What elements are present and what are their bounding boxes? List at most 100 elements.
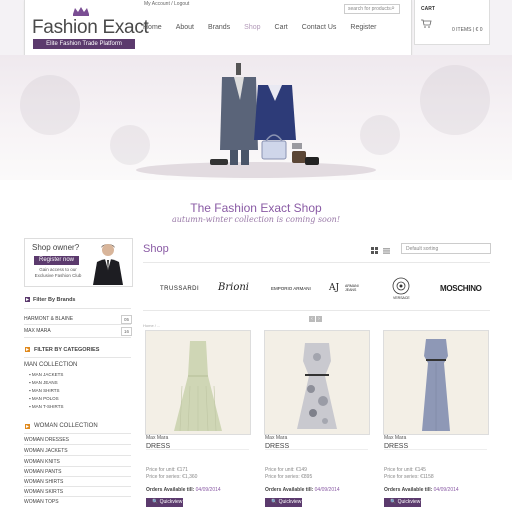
main-nav: Home About Brands Shop Cart Contact Us R… [143, 24, 390, 31]
product-brand[interactable]: Max Mara [384, 435, 406, 441]
divider [24, 337, 131, 338]
fashion-display-image [136, 63, 376, 178]
logo-title[interactable]: Fashion Exact [32, 17, 149, 39]
nav-cart[interactable]: Cart [275, 24, 288, 31]
cart-label: CART [421, 6, 435, 12]
brand-logo-aj[interactable]: AJ [329, 283, 339, 293]
woman-collection-heading[interactable]: WOMAN COLLECTION [34, 423, 98, 429]
brand-filter-max-mara[interactable]: MAX MARA [24, 328, 51, 334]
divider [24, 324, 131, 325]
shop-heading: Shop [143, 243, 169, 255]
cart-icon[interactable] [421, 19, 432, 28]
product-image[interactable] [264, 330, 370, 435]
nav-register[interactable]: Register [350, 24, 376, 31]
brand-logo-trussardi[interactable]: TRUSSARDI [160, 286, 199, 292]
nav-about[interactable]: About [176, 24, 194, 31]
list-view-icon[interactable] [383, 248, 390, 254]
brand-logo-emporio-armani[interactable]: EMPORIO ARMANI [271, 286, 311, 291]
dress-image [384, 331, 488, 434]
category-woman-jackets[interactable]: WOMAN JACKETS [24, 448, 68, 454]
filter-icon [25, 347, 30, 352]
filter-icon [25, 297, 30, 302]
category-woman-dresses[interactable]: WOMAN DRESSES [24, 437, 69, 443]
divider [384, 449, 487, 450]
chevron-left-icon[interactable]: ‹ [309, 316, 315, 322]
logo-tagline: Elite Fashion Trade Platform [33, 39, 135, 49]
category-man-jackets[interactable]: ▪ MAN JACKETS [29, 372, 63, 377]
shop-title: The Fashion Exact Shop [190, 201, 322, 215]
category-woman-knits[interactable]: WOMAN KNITS [24, 459, 60, 465]
filter-icon [25, 424, 30, 429]
product-order-availability: Orders Available till: 04/09/2014 [265, 487, 340, 493]
product-order-availability: Orders Available till: 04/09/2014 [384, 487, 459, 493]
product-unit-price: Price for unit: €149 [265, 467, 307, 473]
man-collection-heading[interactable]: MAN COLLECTION [24, 362, 77, 368]
product-card[interactable]: Max Mara DRESS Price for unit: €149 Pric… [264, 329, 374, 507]
search-icon[interactable]: ⌕ [391, 5, 395, 13]
nav-contact-us[interactable]: Contact Us [302, 24, 337, 31]
versace-medusa-icon[interactable] [392, 277, 410, 295]
divider [24, 486, 131, 487]
crown-icon [73, 7, 89, 16]
product-brand[interactable]: Max Mara [265, 435, 287, 441]
businessman-image [93, 244, 123, 285]
quickview-button[interactable]: 🔍 Quickview [146, 498, 183, 507]
category-woman-skirts[interactable]: WOMAN SKIRTS [24, 489, 63, 495]
product-series-price: Price for series: €895 [265, 474, 313, 480]
divider [24, 433, 131, 434]
account-links[interactable]: My Account / Logout [144, 1, 189, 7]
shop-owner-text: Gain access to our Exclusive Fashion Clu… [34, 267, 82, 278]
divider [24, 455, 131, 456]
product-unit-price: Price for unit: €171 [146, 467, 188, 473]
shop-owner-title: Shop owner? [32, 243, 80, 252]
category-woman-shirts[interactable]: WOMAN SHIRTS [24, 479, 63, 485]
brand-logo-moschino[interactable]: MOSCHINO [440, 284, 482, 293]
category-man-shirts[interactable]: ▪ MAN SHIRTS [29, 388, 60, 393]
category-man-polos[interactable]: ▪ MAN POLOS [29, 396, 59, 401]
divider [24, 308, 131, 309]
divider [24, 496, 131, 497]
quickview-button[interactable]: 🔍 Quickview [265, 498, 302, 507]
product-unit-price: Price for unit: €145 [384, 467, 426, 473]
product-card[interactable]: Max Mara DRESS Price for unit: €171 Pric… [145, 329, 255, 507]
category-man-jeans[interactable]: ▪ MAN JEANS [29, 380, 58, 385]
divider [24, 444, 131, 445]
quickview-button[interactable]: 🔍 Quickview [384, 498, 421, 507]
brand-logo-versace[interactable]: VERSACE [393, 296, 410, 300]
nav-brands[interactable]: Brands [208, 24, 230, 31]
product-card[interactable]: Max Mara DRESS Price for unit: €145 Pric… [383, 329, 493, 507]
divider [143, 262, 490, 263]
register-now-button[interactable]: Register now [34, 256, 79, 265]
category-woman-tops[interactable]: WOMAN TOPS [24, 499, 59, 505]
divider [24, 476, 131, 477]
grid-view-icon[interactable] [371, 247, 378, 254]
divider [24, 466, 131, 467]
product-image[interactable] [383, 330, 489, 435]
brand-count-badge: 16 [121, 327, 132, 336]
filter-brands-heading: Filter By Brands [33, 297, 76, 303]
breadcrumb[interactable]: Home / ... [143, 323, 160, 328]
product-series-price: Price for series: €1158 [384, 474, 434, 480]
dress-image [146, 331, 250, 434]
category-woman-pants[interactable]: WOMAN PANTS [24, 469, 61, 475]
product-series-price: Price for series: €1,360 [146, 474, 198, 480]
nav-shop[interactable]: Shop [244, 24, 260, 31]
brand-carousel-nav: ‹ › [309, 307, 323, 325]
brand-logo-armani-jeans[interactable]: ARMANI JEANS [345, 284, 359, 292]
product-order-availability: Orders Available till: 04/09/2014 [146, 487, 221, 493]
brand-count-badge: 05 [121, 315, 132, 324]
sort-select[interactable]: Default sorting [401, 243, 491, 254]
brand-filter-harmont[interactable]: HARMONT & BLAINE [24, 316, 73, 322]
nav-home[interactable]: Home [143, 24, 162, 31]
divider [265, 449, 368, 450]
shop-subtitle: autumn-winter collection is coming soon! [171, 215, 341, 224]
product-brand[interactable]: Max Mara [146, 435, 168, 441]
product-image[interactable] [145, 330, 251, 435]
chevron-right-icon[interactable]: › [316, 316, 322, 322]
dress-image [265, 331, 369, 434]
filter-categories-heading: FILTER BY CATEGORIES [34, 347, 100, 353]
divider [146, 449, 249, 450]
category-man-tshirts[interactable]: ▪ MAN T-SHIRTS [29, 404, 63, 409]
brand-logo-brioni[interactable]: Brioni [218, 282, 249, 293]
divider [24, 357, 131, 358]
